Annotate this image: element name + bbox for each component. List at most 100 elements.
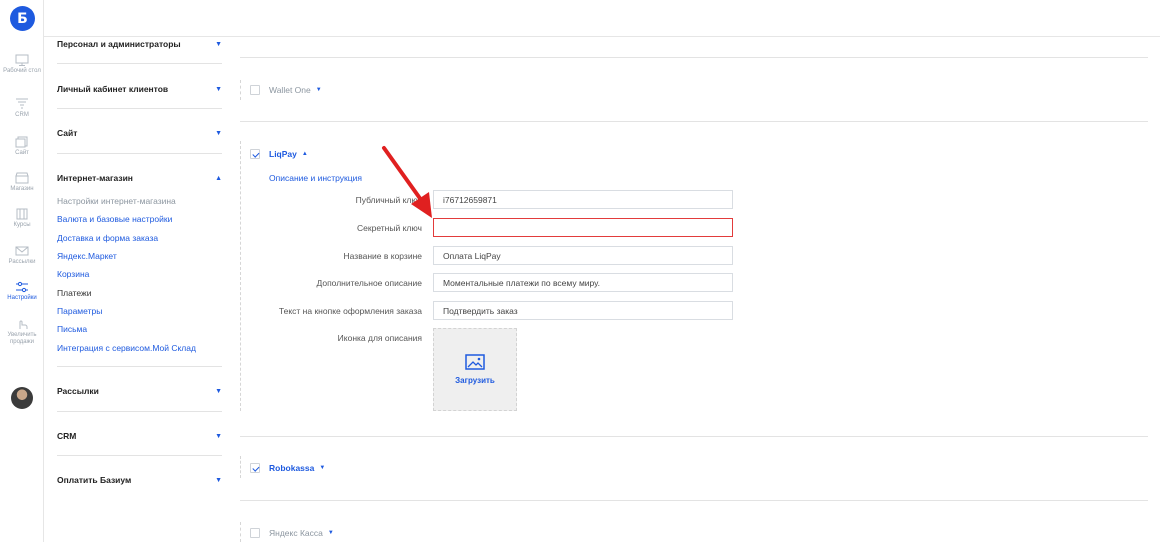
payment-liqpay: LiqPay ▲ bbox=[250, 148, 308, 160]
rail-label: Рабочий стол bbox=[3, 68, 41, 74]
chevron-down-icon: ▼ bbox=[215, 129, 222, 137]
section-guide bbox=[240, 522, 241, 542]
menu-divider bbox=[57, 411, 222, 412]
robokassa-name[interactable]: Robokassa bbox=[269, 463, 314, 473]
public-key-field[interactable]: i76712659871 bbox=[433, 190, 733, 209]
section-guide bbox=[240, 456, 241, 478]
yandex-kassa-checkbox[interactable] bbox=[250, 528, 260, 538]
menu-section-label: Оплатить Базиум bbox=[57, 475, 132, 485]
payment-robokassa: Robokassa ▼ bbox=[250, 462, 325, 474]
rail-item-courses[interactable]: Курсы bbox=[0, 208, 44, 229]
menu-item-payments[interactable]: Платежи bbox=[57, 288, 91, 298]
chevron-down-icon: ▼ bbox=[215, 85, 222, 93]
menu-divider bbox=[57, 63, 222, 64]
rail-item-site[interactable]: Сайт bbox=[0, 136, 44, 157]
menu-item-shop-settings[interactable]: Настройки интернет-магазина bbox=[57, 196, 176, 206]
menu-divider bbox=[57, 153, 222, 154]
monitor-icon bbox=[15, 54, 29, 66]
rail-label: CRM bbox=[15, 112, 29, 118]
menu-item-delivery[interactable]: Доставка и форма заказа bbox=[57, 233, 158, 243]
rail-item-sales[interactable]: Увеличить продажи bbox=[0, 318, 44, 346]
image-icon bbox=[465, 354, 485, 370]
menu-section-crm[interactable]: CRM ▼ bbox=[57, 426, 222, 446]
secret-key-field[interactable] bbox=[433, 218, 733, 237]
menu-section-label: Персонал и администраторы bbox=[57, 39, 181, 49]
chevron-down-icon: ▼ bbox=[215, 476, 222, 484]
checkout-button-text-label: Текст на кнопке оформления заказа bbox=[278, 306, 422, 316]
cart-name-field[interactable]: Оплата LiqPay bbox=[433, 246, 733, 265]
wallet-one-name[interactable]: Wallet One bbox=[269, 85, 311, 95]
menu-item-cart[interactable]: Корзина bbox=[57, 269, 89, 279]
section-divider bbox=[240, 121, 1148, 122]
yandex-kassa-name[interactable]: Яндекс Касса bbox=[269, 528, 323, 538]
annotation-arrow-icon bbox=[382, 146, 432, 218]
chevron-down-icon: ▼ bbox=[215, 387, 222, 395]
rail-item-mailing[interactable]: Рассылки bbox=[0, 245, 44, 266]
rail-item-shop[interactable]: Магазин bbox=[0, 172, 44, 193]
rail-label: Рассылки bbox=[8, 259, 36, 265]
chevron-down-icon[interactable]: ▼ bbox=[316, 87, 322, 93]
liqpay-checkbox[interactable] bbox=[250, 149, 260, 159]
robokassa-checkbox[interactable] bbox=[250, 463, 260, 473]
cart-name-label: Название в корзине bbox=[343, 251, 422, 261]
menu-divider bbox=[57, 366, 222, 367]
hand-pointer-icon bbox=[19, 320, 28, 329]
section-divider bbox=[240, 500, 1148, 501]
chevron-down-icon[interactable]: ▼ bbox=[319, 465, 325, 471]
payment-yandex-kassa: Яндекс Касса ▼ bbox=[250, 527, 334, 539]
menu-section-label: CRM bbox=[57, 431, 77, 441]
menu-section-site[interactable]: Сайт ▼ bbox=[57, 123, 222, 143]
section-divider bbox=[240, 57, 1148, 58]
menu-section-pay-bazium[interactable]: Оплатить Базиум ▼ bbox=[57, 470, 222, 490]
icon-label: Иконка для описания bbox=[337, 333, 422, 343]
rail-label: Магазин bbox=[10, 186, 34, 192]
secret-key-label: Секретный ключ bbox=[357, 223, 422, 233]
menu-divider bbox=[57, 108, 222, 109]
chevron-up-icon: ▲ bbox=[215, 174, 222, 182]
menu-section-mailing[interactable]: Рассылки ▼ bbox=[57, 381, 222, 401]
rail-label: Сайт bbox=[15, 150, 29, 156]
section-guide bbox=[240, 141, 241, 411]
upload-label: Загрузить bbox=[455, 376, 495, 385]
rail-item-crm[interactable]: CRM bbox=[0, 98, 44, 119]
menu-item-currency[interactable]: Валюта и базовые настройки bbox=[57, 214, 172, 224]
pages-icon bbox=[15, 136, 28, 148]
liqpay-description-link[interactable]: Описание и инструкция bbox=[269, 173, 362, 183]
section-divider bbox=[240, 436, 1148, 437]
chevron-down-icon: ▼ bbox=[215, 432, 222, 440]
menu-section-client-cabinet[interactable]: Личный кабинет клиентов ▼ bbox=[57, 79, 222, 99]
menu-item-letters[interactable]: Письма bbox=[57, 324, 87, 334]
icon-upload-button[interactable]: Загрузить bbox=[433, 328, 517, 411]
payment-wallet-one: Wallet One ▼ bbox=[250, 84, 322, 96]
liqpay-name[interactable]: LiqPay bbox=[269, 149, 297, 159]
menu-item-parameters[interactable]: Параметры bbox=[57, 306, 102, 316]
menu-item-moysklad[interactable]: Интеграция с сервисом.Мой Склад bbox=[57, 343, 196, 353]
funnel-icon bbox=[16, 98, 28, 109]
checkout-button-text-field[interactable]: Подтвердить заказ bbox=[433, 301, 733, 320]
rail-item-desktop[interactable]: Рабочий стол bbox=[0, 54, 44, 75]
menu-section-label: Личный кабинет клиентов bbox=[57, 84, 169, 94]
envelope-icon bbox=[15, 246, 29, 256]
rail-label: Увеличить продажи bbox=[7, 332, 37, 345]
app-logo[interactable]: Б bbox=[10, 6, 35, 31]
book-icon bbox=[16, 208, 28, 220]
menu-section-staff[interactable]: Персонал и администраторы ▼ bbox=[57, 34, 222, 54]
menu-section-label: Интернет-магазин bbox=[57, 173, 133, 183]
menu-section-online-shop[interactable]: Интернет-магазин ▲ bbox=[57, 168, 222, 188]
menu-divider bbox=[57, 455, 222, 456]
menu-section-label: Рассылки bbox=[57, 386, 99, 396]
left-rail: Б Рабочий стол CRM Сайт Магазин Курсы Ра… bbox=[0, 0, 44, 542]
chevron-up-icon[interactable]: ▲ bbox=[302, 151, 308, 157]
chevron-down-icon: ▼ bbox=[215, 40, 222, 48]
menu-section-label: Сайт bbox=[57, 128, 78, 138]
rail-label: Настройки bbox=[7, 295, 37, 301]
user-avatar[interactable] bbox=[11, 387, 33, 409]
store-icon bbox=[15, 172, 29, 184]
menu-item-yandex-market[interactable]: Яндекс.Маркет bbox=[57, 251, 117, 261]
rail-label: Курсы bbox=[13, 222, 31, 228]
chevron-down-icon[interactable]: ▼ bbox=[328, 530, 334, 536]
extra-description-field[interactable]: Моментальные платежи по всему миру. bbox=[433, 273, 733, 292]
sliders-icon bbox=[16, 281, 28, 293]
wallet-one-checkbox[interactable] bbox=[250, 85, 260, 95]
rail-item-settings[interactable]: Настройки bbox=[0, 281, 44, 302]
